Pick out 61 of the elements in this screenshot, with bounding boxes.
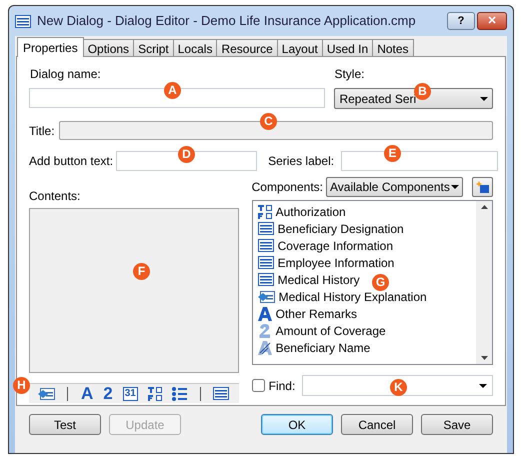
dialog-icon xyxy=(212,387,229,400)
bold-a-icon xyxy=(258,306,272,320)
component-item[interactable]: Medical History Explanation xyxy=(258,288,427,305)
components-dropdown[interactable]: Available Components xyxy=(326,177,463,197)
add-button-text-field[interactable] xyxy=(116,151,258,171)
date-button[interactable]: 31 xyxy=(122,386,138,400)
component-item[interactable]: Medical History xyxy=(258,271,360,288)
window-icon xyxy=(15,14,31,28)
dialog-icon xyxy=(258,222,274,235)
series-label-label: Series label: xyxy=(268,153,334,170)
tab[interactable]: Layout xyxy=(276,39,323,56)
component-item[interactable]: Employee Information xyxy=(258,254,394,271)
find-combobox[interactable] xyxy=(302,375,493,396)
add-button-text-label: Add button text: xyxy=(29,153,114,170)
tab[interactable]: Properties xyxy=(17,37,84,57)
window-title: New Dialog - Dialog Editor - Demo Life Insurance Application.cmp xyxy=(37,12,416,30)
dialog-button[interactable]: OK xyxy=(261,414,333,435)
dialog-button[interactable]: Cancel xyxy=(341,414,413,435)
find-label: Find: xyxy=(268,378,296,394)
tab[interactable]: Options xyxy=(82,39,134,56)
new-component-button[interactable] xyxy=(472,177,493,197)
dialog-button[interactable]: Test xyxy=(29,414,101,435)
dialog-icon xyxy=(258,256,274,269)
contents-label: Contents: xyxy=(29,188,82,205)
tab[interactable]: Script xyxy=(133,39,174,56)
sparkle-square-icon xyxy=(476,181,489,193)
tab[interactable]: Locals xyxy=(172,39,218,56)
dropdown-arrow-icon xyxy=(451,185,459,189)
style-label: Style: xyxy=(334,66,366,83)
toolbar-button[interactable]: A xyxy=(76,385,98,402)
tab[interactable]: Resource xyxy=(216,39,278,56)
scroll-down-icon[interactable] xyxy=(480,356,488,360)
form-icon xyxy=(148,386,162,400)
component-item[interactable]: Coverage Information xyxy=(258,237,394,254)
dropdown-arrow-icon xyxy=(480,96,488,100)
help-button[interactable]: ? xyxy=(447,12,475,30)
toolbar-button[interactable]: 2 xyxy=(98,385,118,402)
component-item[interactable]: Amount of Coverage xyxy=(258,322,386,339)
scrollbar[interactable] xyxy=(476,201,492,364)
components-label: Components: xyxy=(252,179,323,196)
dialog-name-label: Dialog name: xyxy=(29,66,102,83)
title-label: Title: xyxy=(29,122,55,140)
form-icon xyxy=(258,204,272,218)
dialog-edit-icon xyxy=(258,290,275,304)
dialog-edit-icon xyxy=(38,386,55,400)
tab[interactable]: Used In xyxy=(322,39,374,56)
contents-area[interactable] xyxy=(29,208,239,373)
list-icon xyxy=(172,386,187,400)
scroll-up-icon[interactable] xyxy=(480,205,488,209)
component-item[interactable]: Beneficiary Name xyxy=(258,339,370,356)
tab[interactable]: Notes xyxy=(372,39,414,56)
dialog-button[interactable]: Save xyxy=(421,414,493,435)
dropdown-arrow-icon xyxy=(479,384,487,388)
component-item[interactable]: Beneficiary Designation xyxy=(258,220,404,237)
component-item[interactable]: Authorization xyxy=(258,203,346,220)
dialog-icon xyxy=(258,239,274,252)
find-checkbox[interactable] xyxy=(252,379,265,392)
hatched-two-icon xyxy=(258,324,272,338)
component-item[interactable]: Other Remarks xyxy=(258,305,357,322)
hatched-a-icon xyxy=(258,340,272,354)
dialog-icon xyxy=(258,273,274,286)
